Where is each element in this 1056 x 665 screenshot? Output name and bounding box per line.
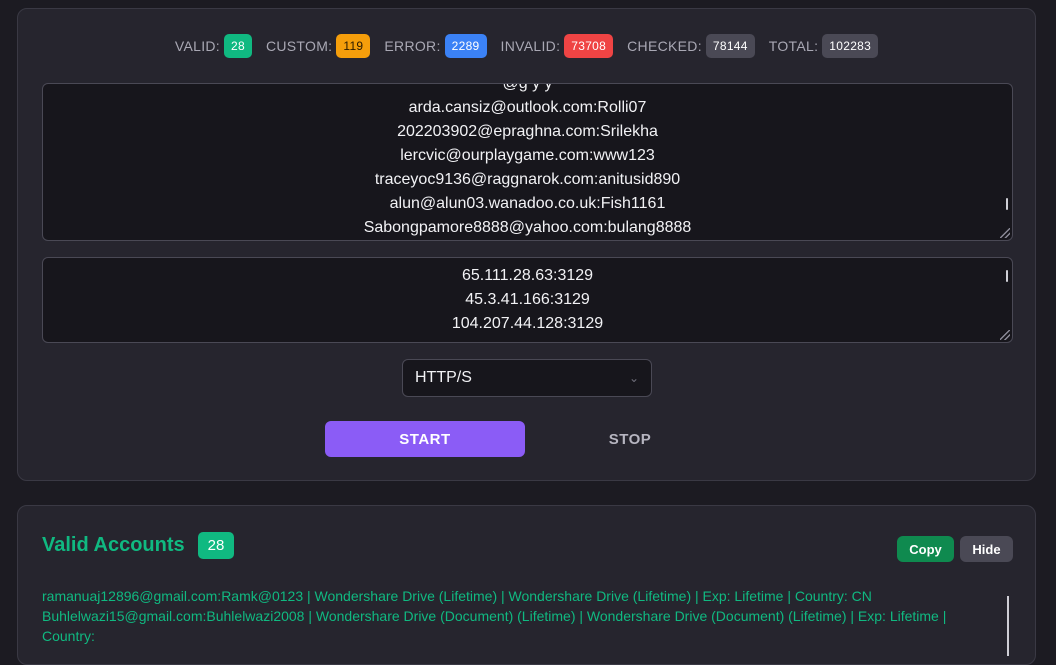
stop-button[interactable]: STOP	[530, 421, 730, 457]
copy-button[interactable]: Copy	[897, 536, 954, 562]
resize-handle-icon[interactable]	[1000, 228, 1010, 238]
stat-custom: CUSTOM: 119	[265, 34, 371, 58]
stats-bar: VALID: 28 CUSTOM: 119 ERROR: 2289 INVALI…	[18, 34, 1035, 58]
valid-accounts-header: Valid Accounts 28	[42, 532, 235, 559]
stat-label: TOTAL:	[768, 38, 819, 54]
stat-valid: VALID: 28	[175, 34, 252, 58]
stat-badge: 73708	[564, 34, 614, 58]
valid-count-badge: 28	[197, 532, 235, 559]
combo-scrollbar[interactable]	[1006, 198, 1008, 210]
stat-invalid: INVALID: 73708	[501, 34, 614, 58]
combo-line: Sabongpamore8888@yahoo.com:bulang8888	[363, 219, 692, 236]
proxy-type-select[interactable]: HTTP/S ⌄	[402, 359, 652, 397]
valid-results-list: ramanuaj12896@gmail.com:Ramk@0123 | Wond…	[42, 586, 992, 646]
stat-badge: 119	[336, 34, 371, 58]
combo-line: @g y y	[502, 83, 553, 92]
proxy-line: 45.3.41.166:3129	[465, 291, 590, 308]
proxy-type-value: HTTP/S	[415, 369, 472, 386]
resize-handle-icon[interactable]	[1000, 330, 1010, 340]
stat-badge: 28	[224, 34, 252, 58]
list-item: Country:	[42, 628, 95, 644]
stat-label: CUSTOM:	[265, 38, 333, 54]
proxy-line: 104.207.44.128:3129	[451, 315, 604, 332]
combo-line: traceyoc9136@raggnarok.com:anitusid890	[374, 171, 681, 188]
stat-badge: 2289	[444, 34, 487, 58]
combo-line: 202203902@epraghna.com:Srilekha	[397, 123, 658, 140]
stat-label: INVALID:	[500, 38, 561, 54]
chevron-down-icon: ⌄	[628, 371, 639, 385]
start-button[interactable]: START	[325, 421, 525, 457]
combo-line: lercvic@ourplaygame.com:www123	[400, 147, 655, 164]
stat-label: VALID:	[174, 38, 220, 54]
hide-button[interactable]: Hide	[960, 536, 1013, 562]
stat-badge: 78144	[705, 34, 755, 58]
results-scrollbar[interactable]	[1007, 596, 1009, 656]
stat-label: ERROR:	[384, 38, 441, 54]
stat-total: TOTAL: 102283	[768, 34, 879, 58]
combo-line: alun@alun03.wanadoo.co.uk:Fish1161	[389, 195, 666, 212]
checker-panel: VALID: 28 CUSTOM: 119 ERROR: 2289 INVALI…	[17, 8, 1036, 481]
list-item: Buhlelwazi15@gmail.com:Buhlelwazi2008 | …	[42, 608, 947, 624]
proxy-scrollbar[interactable]	[1006, 270, 1008, 282]
combo-line: arda.cansiz@outlook.com:Rolli07	[408, 99, 647, 116]
list-item: ramanuaj12896@gmail.com:Ramk@0123 | Wond…	[42, 588, 872, 604]
valid-accounts-title: Valid Accounts	[42, 534, 185, 556]
proxy-list-textarea[interactable]: 65.111.28.63:3129 45.3.41.166:3129 104.2…	[42, 257, 1013, 343]
valid-accounts-panel: Valid Accounts 28 Copy Hide ramanuaj1289…	[17, 505, 1036, 665]
stat-label: CHECKED:	[627, 38, 702, 54]
stat-error: ERROR: 2289	[384, 34, 487, 58]
stat-badge: 102283	[822, 34, 879, 58]
stat-checked: CHECKED: 78144	[627, 34, 755, 58]
combo-list-textarea[interactable]: @g y y arda.cansiz@outlook.com:Rolli07 2…	[42, 83, 1013, 241]
proxy-line: 65.111.28.63:3129	[461, 267, 594, 284]
